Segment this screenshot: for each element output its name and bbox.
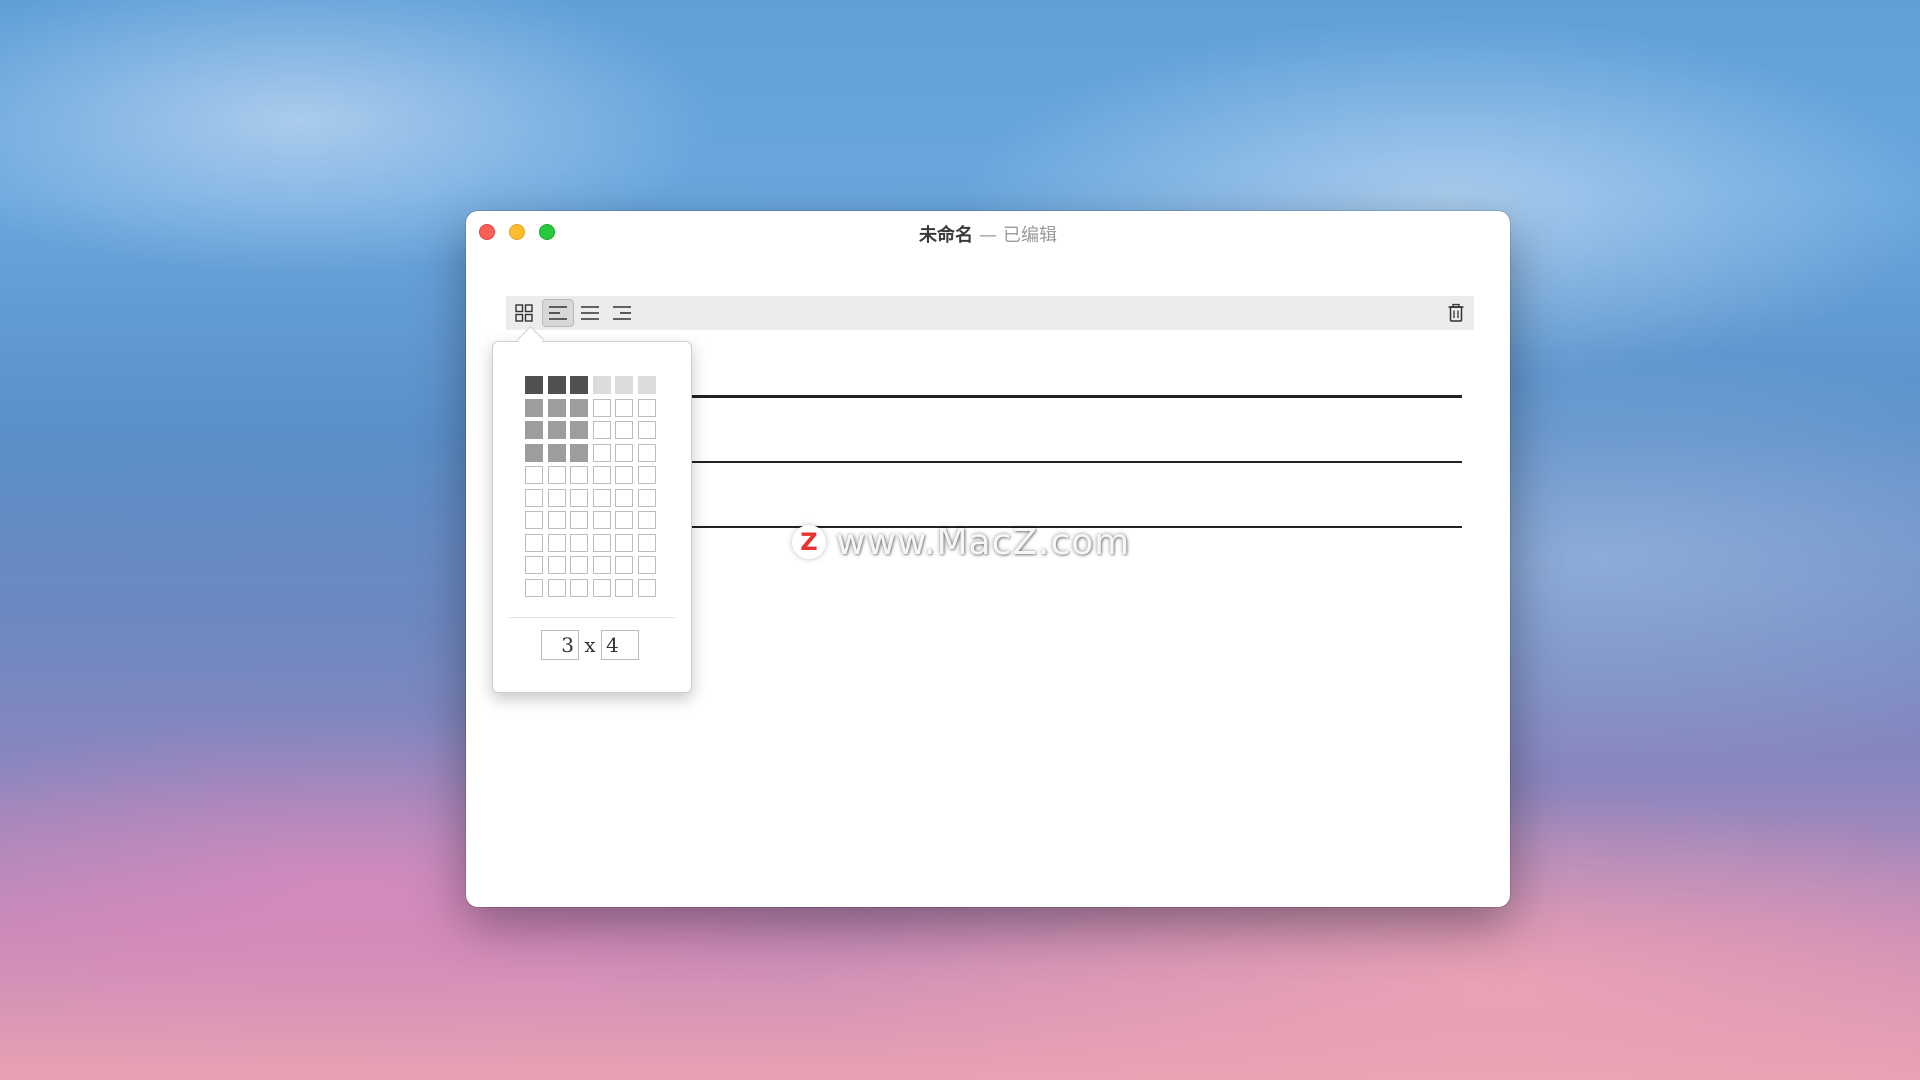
- table-grid-picker[interactable]: [525, 376, 656, 597]
- grid-cell[interactable]: [570, 376, 588, 394]
- insert-table-button[interactable]: [508, 299, 540, 327]
- grid-cell[interactable]: [525, 421, 543, 439]
- grid-cell[interactable]: [525, 443, 543, 462]
- align-left-icon: [549, 306, 567, 320]
- grid-cell[interactable]: [547, 533, 566, 552]
- grid-cell[interactable]: [592, 533, 611, 552]
- document-name: 未命名: [919, 225, 973, 246]
- grid-cell[interactable]: [525, 376, 543, 394]
- grid-cell[interactable]: [570, 466, 588, 484]
- grid-cell[interactable]: [525, 398, 543, 417]
- grid-cell[interactable]: [570, 488, 588, 507]
- format-toolbar: [506, 296, 1474, 330]
- grid-cell[interactable]: [547, 466, 566, 484]
- grid-cell[interactable]: [570, 511, 588, 529]
- grid-cell[interactable]: [592, 466, 611, 484]
- grid-cell[interactable]: [525, 488, 543, 507]
- grid-cell[interactable]: [525, 466, 543, 484]
- grid-cell[interactable]: [525, 533, 543, 552]
- columns-input[interactable]: [601, 630, 639, 660]
- title-separator: —: [979, 225, 997, 246]
- grid-cell[interactable]: [547, 376, 566, 394]
- align-right-icon: [613, 306, 631, 320]
- grid-cell[interactable]: [570, 578, 588, 597]
- grid-cell[interactable]: [637, 578, 656, 597]
- delete-table-button[interactable]: [1440, 299, 1472, 327]
- grid-cell[interactable]: [615, 398, 633, 417]
- grid-cell[interactable]: [615, 556, 633, 574]
- grid-cell[interactable]: [615, 466, 633, 484]
- grid-cell[interactable]: [615, 421, 633, 439]
- table-rule-top: [686, 395, 1462, 398]
- grid-cell[interactable]: [592, 376, 611, 394]
- grid-cell[interactable]: [637, 488, 656, 507]
- multiply-symbol: x: [584, 633, 596, 657]
- trash-icon: [1448, 303, 1464, 322]
- grid-icon: [515, 304, 533, 322]
- align-justify-button[interactable]: [574, 299, 606, 327]
- grid-cell[interactable]: [570, 533, 588, 552]
- popover-divider: [509, 617, 675, 618]
- grid-cell[interactable]: [525, 556, 543, 574]
- grid-cell[interactable]: [615, 533, 633, 552]
- grid-cell[interactable]: [547, 578, 566, 597]
- grid-cell[interactable]: [547, 511, 566, 529]
- grid-cell[interactable]: [615, 443, 633, 462]
- grid-cell[interactable]: [570, 556, 588, 574]
- grid-cell[interactable]: [592, 443, 611, 462]
- align-justify-icon: [581, 306, 599, 320]
- grid-cell[interactable]: [615, 488, 633, 507]
- grid-cell[interactable]: [592, 511, 611, 529]
- grid-cell[interactable]: [637, 466, 656, 484]
- grid-cell[interactable]: [615, 376, 633, 394]
- table-size-popover: x: [492, 341, 692, 693]
- align-right-button[interactable]: [606, 299, 638, 327]
- window-title: 未命名 — 已编辑: [466, 221, 1510, 247]
- grid-cell[interactable]: [637, 443, 656, 462]
- document-status: 已编辑: [1003, 225, 1057, 246]
- align-left-button[interactable]: [542, 299, 574, 327]
- grid-cell[interactable]: [637, 421, 656, 439]
- grid-cell[interactable]: [637, 398, 656, 417]
- grid-cell[interactable]: [547, 421, 566, 439]
- grid-cell[interactable]: [615, 511, 633, 529]
- grid-cell[interactable]: [637, 376, 656, 394]
- grid-cell[interactable]: [592, 421, 611, 439]
- grid-cell[interactable]: [525, 578, 543, 597]
- grid-cell[interactable]: [525, 511, 543, 529]
- app-window: 未命名 — 已编辑 3 x 4: [466, 211, 1510, 907]
- grid-cell[interactable]: [570, 398, 588, 417]
- grid-cell[interactable]: [547, 398, 566, 417]
- grid-cell[interactable]: [637, 511, 656, 529]
- grid-cell[interactable]: [637, 556, 656, 574]
- grid-cell[interactable]: [570, 443, 588, 462]
- rows-input[interactable]: [541, 630, 579, 660]
- grid-cell[interactable]: [637, 533, 656, 552]
- table-rule-middle: [686, 461, 1462, 463]
- grid-cell[interactable]: [592, 488, 611, 507]
- table-rule-bottom: [686, 526, 1462, 528]
- table-dimensions: x: [541, 630, 639, 660]
- grid-cell[interactable]: [547, 556, 566, 574]
- grid-cell[interactable]: [592, 398, 611, 417]
- title-bar[interactable]: 未命名 — 已编辑: [466, 211, 1510, 251]
- grid-cell[interactable]: [592, 556, 611, 574]
- grid-cell[interactable]: [547, 488, 566, 507]
- grid-cell[interactable]: [547, 443, 566, 462]
- grid-cell[interactable]: [592, 578, 611, 597]
- grid-cell[interactable]: [570, 421, 588, 439]
- grid-cell[interactable]: [615, 578, 633, 597]
